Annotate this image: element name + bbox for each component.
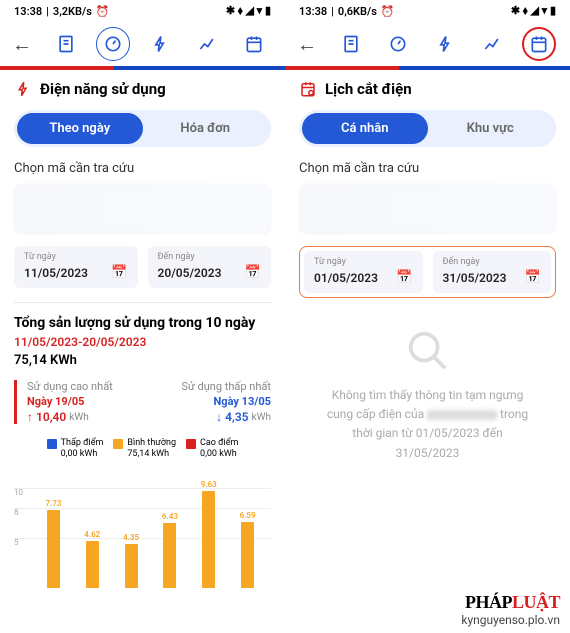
nav-invoice-icon[interactable] (49, 27, 83, 61)
summary-title: Tổng sản lượng sử dụng trong 10 ngày (14, 315, 271, 331)
watermark: PHÁPLUẬT kynguyenso.plo.vn (461, 592, 560, 627)
navbar: ← (285, 22, 570, 66)
status-time: 13:38 (14, 5, 42, 18)
date-to-input[interactable]: Đến ngày 31/05/2023📅 (433, 251, 552, 293)
empty-state: Không tìm thấy thông tin tạm ngưng cung … (299, 298, 556, 493)
status-speed: 3,2KB/s (53, 5, 92, 18)
nav-calendar-icon[interactable] (237, 27, 271, 61)
customer-code-input[interactable] (14, 184, 271, 234)
calendar-icon: 📅 (396, 270, 412, 285)
stripe (0, 66, 285, 70)
chart-legend: Thấp điểm0,00 kWh Bình thường75,14 kWh C… (14, 438, 271, 460)
date-from-input[interactable]: Từ ngày 11/05/2023📅 (14, 246, 138, 288)
nav-gauge-icon[interactable] (96, 27, 130, 61)
nav-bolt-icon[interactable] (428, 27, 462, 61)
stripe (285, 66, 570, 70)
date-from-input[interactable]: Từ ngày 01/05/2023📅 (304, 251, 423, 293)
navbar: ← (0, 22, 285, 66)
nav-calendar-icon[interactable] (522, 27, 556, 61)
status-speed: 0,6KB/s (338, 5, 377, 18)
usage-stats: Sử dụng cao nhất Ngày 19/05 ↑ 10,40 kWh … (14, 380, 271, 424)
section-header: Điện năng sử dụng (14, 80, 271, 98)
status-bar: 13:38 | 3,2KB/s ⏰ ✱ ⬧ ◢ ▾ ▮ (0, 0, 285, 22)
status-right-icons: ✱ ⬧ ◢ ▾ ▮ (226, 4, 271, 18)
seg-by-day[interactable]: Theo ngày (17, 113, 143, 144)
status-right-icons: ✱ ⬧ ◢ ▾ ▮ (511, 4, 556, 18)
segment-control: Cá nhân Khu vực (299, 110, 556, 147)
nav-bolt-icon[interactable] (143, 27, 177, 61)
summary-range: 11/05/2023-20/05/2023 (14, 335, 271, 349)
phone-left: 13:38 | 3,2KB/s ⏰ ✱ ⬧ ◢ ▾ ▮ ← Điện năng … (0, 0, 285, 633)
calendar-icon: 📅 (525, 270, 541, 285)
phone-right: 13:38 | 0,6KB/s ⏰ ✱ ⬧ ◢ ▾ ▮ ← Lịch cắt đ… (285, 0, 570, 633)
calendar-icon: 📅 (245, 265, 261, 280)
seg-area[interactable]: Khu vực (428, 113, 554, 144)
date-to-input[interactable]: Đến ngày 20/05/2023📅 (148, 246, 272, 288)
seg-personal[interactable]: Cá nhân (302, 113, 428, 144)
nav-invoice-icon[interactable] (334, 27, 368, 61)
status-bar: 13:38 | 0,6KB/s ⏰ ✱ ⬧ ◢ ▾ ▮ (285, 0, 570, 22)
search-icon (405, 328, 451, 374)
usage-bar-chart: 5810 7.734.624.356.439.636.59 (14, 468, 271, 588)
lookup-label: Chọn mã cần tra cứu (299, 161, 556, 176)
nav-chart-icon[interactable] (475, 27, 509, 61)
seg-invoice[interactable]: Hóa đơn (143, 113, 269, 144)
status-time: 13:38 (299, 5, 327, 18)
lookup-label: Chọn mã cần tra cứu (14, 161, 271, 176)
page-title: Điện năng sử dụng (40, 80, 166, 98)
back-button[interactable]: ← (293, 28, 321, 61)
segment-control: Theo ngày Hóa đơn (14, 110, 271, 147)
back-button[interactable]: ← (8, 28, 36, 61)
nav-gauge-icon[interactable] (381, 27, 415, 61)
section-header: Lịch cắt điện (299, 80, 556, 98)
nav-chart-icon[interactable] (190, 27, 224, 61)
calendar-icon: 📅 (111, 265, 127, 280)
summary-value: 75,14 KWh (14, 353, 271, 368)
customer-code-input[interactable] (299, 184, 556, 234)
page-title: Lịch cắt điện (325, 80, 412, 98)
